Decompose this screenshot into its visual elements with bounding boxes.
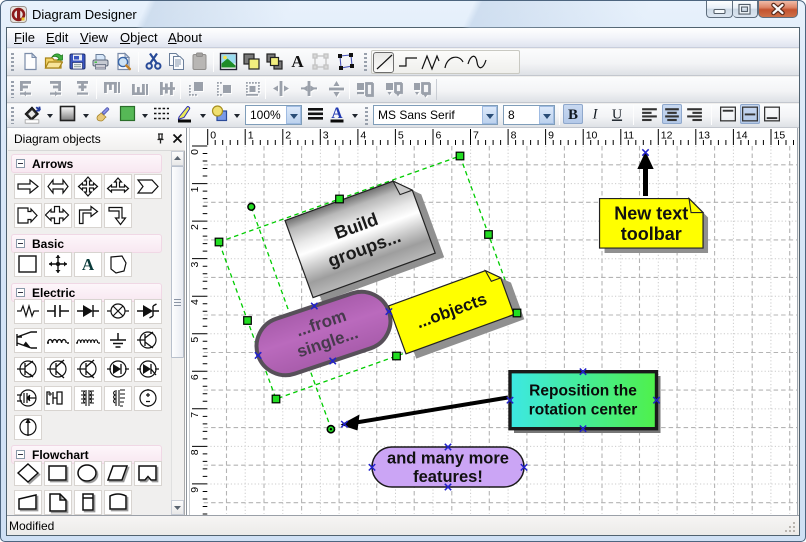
svg-text:8: 8: [511, 130, 517, 142]
svg-text:4: 4: [360, 130, 366, 142]
svg-text:1: 1: [189, 186, 201, 192]
svg-text:2: 2: [285, 130, 291, 142]
svg-text:0: 0: [189, 149, 201, 155]
svg-text:features!: features!: [413, 468, 483, 486]
svg-text:2: 2: [189, 224, 201, 230]
svg-text:0: 0: [210, 130, 216, 142]
svg-text:15: 15: [774, 130, 786, 142]
svg-text:5: 5: [189, 337, 201, 343]
svg-text:12: 12: [661, 130, 673, 142]
svg-text:3: 3: [323, 130, 329, 142]
svg-text:1: 1: [248, 130, 254, 142]
svg-text:6: 6: [436, 130, 442, 142]
svg-text:10: 10: [586, 130, 598, 142]
svg-text:I: I: [592, 107, 599, 123]
svg-text:7: 7: [473, 130, 479, 142]
svg-text:rotation center: rotation center: [529, 402, 638, 419]
svg-text:9: 9: [189, 487, 201, 493]
svg-text:toolbar: toolbar: [621, 224, 682, 244]
svg-text:New text: New text: [614, 204, 688, 224]
svg-text:and many more: and many more: [387, 450, 509, 468]
svg-text:B: B: [568, 107, 578, 123]
svg-text:5: 5: [398, 130, 404, 142]
svg-text:4: 4: [189, 299, 201, 305]
svg-text:3: 3: [189, 261, 201, 267]
svg-text:A: A: [291, 52, 304, 71]
svg-text:Reposition the: Reposition the: [529, 383, 637, 400]
svg-text:13: 13: [698, 130, 710, 142]
svg-text:A: A: [331, 105, 343, 122]
svg-text:7: 7: [189, 412, 201, 418]
svg-text:U: U: [612, 108, 622, 123]
svg-text:6: 6: [189, 374, 201, 380]
svg-text:9: 9: [548, 130, 554, 142]
svg-text:8: 8: [189, 449, 201, 455]
svg-text:A: A: [82, 255, 95, 274]
svg-text:11: 11: [623, 130, 634, 142]
svg-text:14: 14: [736, 130, 748, 142]
